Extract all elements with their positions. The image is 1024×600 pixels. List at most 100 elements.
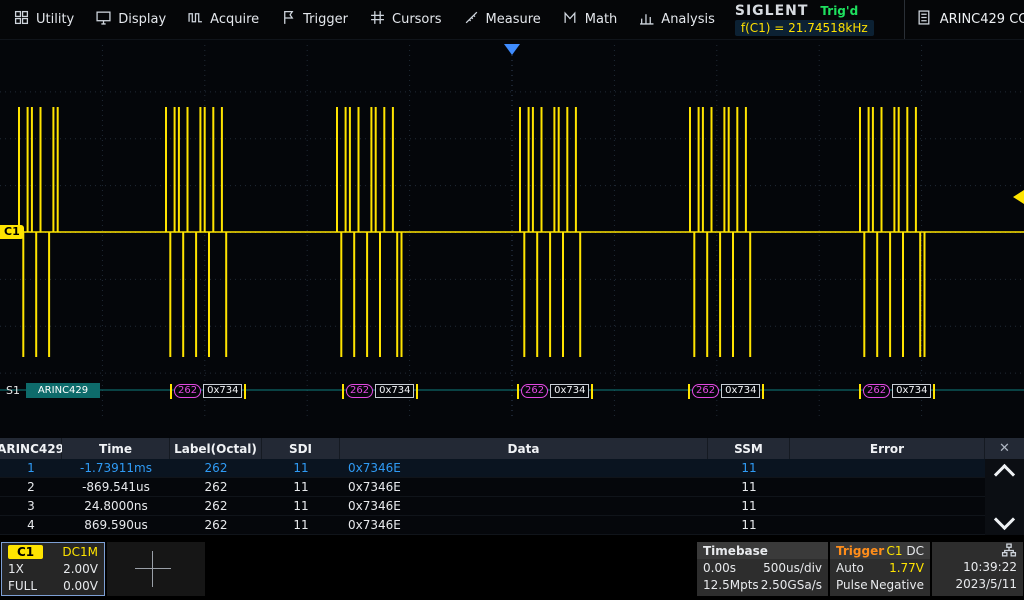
- document-icon: [917, 10, 932, 29]
- flag-icon: [281, 10, 296, 29]
- menu-item-cursors[interactable]: Cursors: [370, 10, 442, 29]
- cell-row1-sdi[interactable]: 11: [262, 459, 340, 478]
- scroll-down-icon[interactable]: [993, 508, 1016, 531]
- cell-row3-arinc429[interactable]: 3: [0, 497, 62, 516]
- cell-row1-ssm[interactable]: 11: [708, 459, 790, 478]
- cell-row4-ssm[interactable]: 11: [708, 516, 790, 535]
- cell-row2-sdi[interactable]: 11: [262, 478, 340, 497]
- display-icon: [96, 10, 111, 29]
- menu-item-display[interactable]: Display: [96, 10, 166, 29]
- channel-coupling: DC1M: [62, 544, 98, 559]
- brand-block: SIGLENT Trig'd f(C1) = 21.74518kHz: [734, 3, 874, 36]
- arinc429-config-button[interactable]: ARINC429 CONFIG: [903, 0, 1024, 39]
- column-header-label-octal-: Label(Octal): [170, 438, 262, 459]
- network-icon[interactable]: [938, 543, 1017, 559]
- frame-label-badge: 262: [692, 384, 720, 398]
- clock-date: 2023/5/11: [955, 577, 1017, 591]
- table-close-button[interactable]: ✕: [985, 438, 1024, 459]
- status-bar: C1 DC1M 1X 2.00V FULL 0.00V Timebase 0.0…: [0, 540, 1024, 600]
- menu-item-math[interactable]: Math: [563, 10, 617, 29]
- cell-row2-error[interactable]: [790, 478, 985, 497]
- cell-row1-arinc429[interactable]: 1: [0, 459, 62, 478]
- menu-item-trigger[interactable]: Trigger: [281, 10, 348, 29]
- add-channel-button[interactable]: [107, 542, 205, 596]
- brand-row: SIGLENT Trig'd: [735, 3, 858, 19]
- clock-box: 10:39:22 2023/5/11: [932, 542, 1023, 596]
- channel-c1-box[interactable]: C1 DC1M 1X 2.00V FULL 0.00V: [1, 542, 105, 596]
- decode-result-table: ARINC429 Time Label(Octal) SDI Data SSM Error ✕…: [0, 438, 1024, 535]
- menu-item-label: Utility: [36, 12, 75, 27]
- cell-row4-arinc429[interactable]: 4: [0, 516, 62, 535]
- channel-row-3: FULL 0.00V: [2, 577, 104, 594]
- frame-data-badge: 0x734: [203, 384, 243, 398]
- cursors-icon: [370, 10, 385, 29]
- decode-frame-3: 262 0x734: [517, 383, 594, 399]
- cell-row4-label-octal-[interactable]: 262: [170, 516, 262, 535]
- menu-item-utility[interactable]: Utility: [14, 10, 74, 29]
- trigger-mode: Auto: [836, 560, 864, 575]
- frame-data-badge: 0x734: [721, 384, 761, 398]
- cell-row2-ssm[interactable]: 11: [708, 478, 790, 497]
- cell-row2-time[interactable]: -869.541us: [62, 478, 170, 497]
- scroll-up-icon[interactable]: [993, 463, 1016, 486]
- frame-data-badge: 0x734: [375, 384, 415, 398]
- channel-scale: 2.00V: [63, 561, 98, 576]
- siglent-logo: SIGLENT: [734, 3, 809, 19]
- menu-item-acquire[interactable]: Acquire: [188, 10, 259, 29]
- cell-row2-label-octal-[interactable]: 262: [170, 478, 262, 497]
- waveform-icon: [188, 10, 203, 29]
- cell-row3-sdi[interactable]: 11: [262, 497, 340, 516]
- menu-item-label: Trigger: [303, 12, 348, 27]
- cell-row3-label-octal-[interactable]: 262: [170, 497, 262, 516]
- cell-row1-label-octal-[interactable]: 262: [170, 459, 262, 478]
- channel-c1-offset-marker[interactable]: C1: [0, 225, 24, 239]
- cell-row3-time[interactable]: 24.8000ns: [62, 497, 170, 516]
- cell-row4-time[interactable]: 869.590us: [62, 516, 170, 535]
- channel-probe: 1X: [8, 561, 24, 576]
- cell-row1-data[interactable]: 0x7346E: [340, 459, 708, 478]
- cell-row1-error[interactable]: [790, 459, 985, 478]
- timebase-row-1: 0.00s 500us/div: [697, 559, 828, 576]
- cell-row3-error[interactable]: [790, 497, 985, 516]
- menu-item-label: Display: [118, 12, 167, 27]
- cell-row3-data[interactable]: 0x7346E: [340, 497, 708, 516]
- table-scrollbar[interactable]: [985, 459, 1024, 535]
- waveform-area[interactable]: C1 S1 ARINC429 262 0x734 262 0x734 262 0x734 2…: [0, 40, 1024, 438]
- column-header-error: Error: [790, 438, 985, 459]
- cell-row1-time[interactable]: -1.73911ms: [62, 459, 170, 478]
- cell-row3-ssm[interactable]: 11: [708, 497, 790, 516]
- timebase-box[interactable]: Timebase 0.00s 500us/div 12.5Mpts 2.50GS…: [697, 542, 828, 596]
- frame-start-tick: [170, 383, 172, 399]
- trigger-header: Trigger C1 DC: [830, 542, 930, 559]
- bus-s1-label: S1: [6, 384, 20, 397]
- timebase-scale: 500us/div: [763, 560, 822, 575]
- timebase-row-2: 12.5Mpts 2.50GSa/s: [697, 576, 828, 593]
- trigger-row-2: Pulse Negative: [830, 576, 930, 593]
- trigger-level: 1.77V: [889, 560, 924, 575]
- bus-decode-type-badge[interactable]: ARINC429: [26, 383, 100, 398]
- cell-row4-error[interactable]: [790, 516, 985, 535]
- trigger-position-marker[interactable]: [504, 44, 520, 55]
- channel-row-1: C1 DC1M: [2, 543, 104, 560]
- menu-item-label: Acquire: [210, 12, 260, 27]
- cell-row2-arinc429[interactable]: 2: [0, 478, 62, 497]
- trigger-level-marker[interactable]: [1013, 190, 1024, 204]
- decode-frame-1: 262 0x734: [170, 383, 247, 399]
- trigger-box[interactable]: Trigger C1 DC Auto 1.77V Pulse Negative: [830, 542, 930, 596]
- frequency-counter: f(C1) = 21.74518kHz: [734, 20, 874, 36]
- trigger-row-1: Auto 1.77V: [830, 559, 930, 576]
- menu-item-measure[interactable]: Measure: [464, 10, 541, 29]
- frame-start-tick: [859, 383, 861, 399]
- cell-row4-data[interactable]: 0x7346E: [340, 516, 708, 535]
- frame-end-tick: [416, 383, 419, 399]
- close-icon: ✕: [999, 441, 1010, 456]
- timebase-delay: 0.00s: [703, 560, 736, 575]
- frame-label-badge: 262: [174, 384, 202, 398]
- cell-row2-data[interactable]: 0x7346E: [340, 478, 708, 497]
- cell-row4-sdi[interactable]: 11: [262, 516, 340, 535]
- measure-icon: [464, 10, 479, 29]
- frame-end-tick: [933, 383, 936, 399]
- menu-item-analysis[interactable]: Analysis: [639, 10, 715, 29]
- waveform-plot: [0, 45, 1024, 420]
- channel-bandwidth: FULL: [8, 578, 38, 593]
